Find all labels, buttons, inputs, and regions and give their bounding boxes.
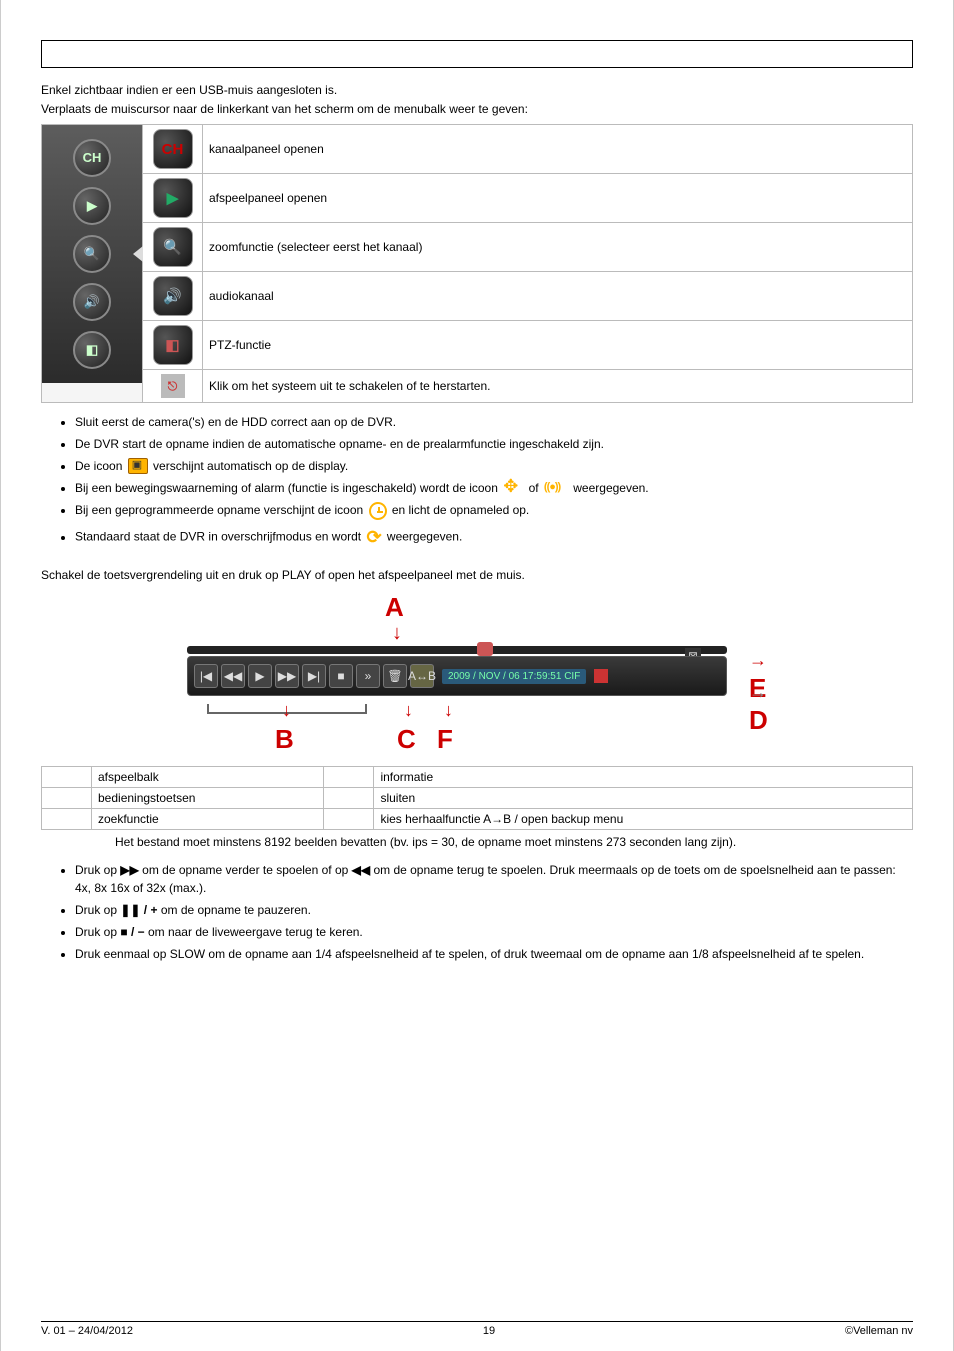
pause-symbol: ❚❚ / + [120,903,157,917]
bullet-item: De icoon verschijnt automatisch op de di… [75,457,913,475]
bullet-item: Standaard staat de DVR in overschrijfmod… [75,524,913,551]
legend-right: kies herhaalfunctie A→B / open backup me… [374,809,913,830]
playback-handle-icon [477,642,493,656]
bullet-item: Sluit eerst de camera('s) en de HDD corr… [75,413,913,431]
sidebar-preview: CH ▶ 🔍 🔊 ◧ [42,125,142,383]
menubar-desc-3: audiokanaal [203,271,913,320]
intro-line1: Enkel zichtbaar indien er een USB-muis a… [41,82,913,99]
playback-intro: Schakel de toetsvergrendeling uit en dru… [41,567,913,584]
ch-icon: CH [153,129,193,169]
figure-label-d: D [749,674,787,736]
sidebar-play-icon: ▶ [73,187,111,225]
bullet-item: Druk eenmaal op SLOW om de opname aan 1/… [75,945,913,963]
expand-arrow-icon [133,246,143,262]
ptz-icon [153,325,193,365]
audio-icon [153,276,193,316]
footer-page: 19 [483,1325,495,1337]
skip-start-icon: |◀ [194,664,218,688]
overwrite-icon [366,524,381,551]
figure-label-f: F [437,724,453,755]
playback-bullets: Druk op ▶▶ om de opname verder te spoele… [41,861,913,963]
recording-bullets: Sluit eerst de camera('s) en de HDD corr… [41,413,913,552]
playback-timestamp: 2009 / NOV / 06 17:59:51 CIF [442,669,586,684]
record-icon [128,458,148,474]
legend-right: informatie [374,767,913,788]
menubar-desc-2: zoomfunctie (selecteer eerst het kanaal) [203,222,913,271]
bullet-item: Bij een geprogrammeerde opname verschijn… [75,501,913,520]
forward-icon: ▶▶ [275,664,299,688]
arrow-down-icon: ↓ [392,622,402,645]
footer-version: V. 01 – 24/04/2012 [41,1325,133,1337]
motion-icon [503,479,523,497]
intro-line2: Verplaats de muiscursor naar de linkerka… [41,101,913,118]
bullet-item: De DVR start de opname indien de automat… [75,435,913,453]
arrow-down-icon: ↓ [282,700,291,721]
menubar-desc-0: kanaalpaneel openen [203,124,913,173]
figure-legend-table: afspeelbalk informatie bedieningstoetsen… [41,766,913,830]
legend-left: afspeelbalk [92,767,324,788]
legend-right: sluiten [374,788,913,809]
shutdown-icon: ⎋ [161,374,185,398]
figure-label-c: C [397,724,416,755]
rewind-symbol: ◀◀ [352,863,370,877]
sidebar-zoom-icon: 🔍 [73,235,111,273]
skip-end-icon: ▶| [302,664,326,688]
playback-buttons: |◀ ◀◀ ▶ ▶▶ ▶| ■ » 🗑 A↔B [188,664,434,688]
menubar-desc-1: afspeelpaneel openen [203,173,913,222]
bullet-item: Druk op ■ / − om naar de liveweergave te… [75,923,913,941]
legend-left: zoekfunctie [92,809,324,830]
note: Het bestand moet minstens 8192 beelden b… [115,834,913,851]
figure-label-a: A [385,592,404,623]
figure-label-b: B [275,724,294,755]
stop-icon: ■ [329,664,353,688]
clock-icon [369,502,387,520]
header-box [41,40,913,68]
play-button-icon: ▶ [248,664,272,688]
motion2-icon [544,479,568,497]
legend-left: bedieningstoetsen [92,788,324,809]
ab-repeat-icon: A↔B [410,664,434,688]
sidebar-ch-icon: CH [73,139,111,177]
page-footer: V. 01 – 24/04/2012 19 ©Velleman nv [41,1321,913,1337]
delete-icon: 🗑 [383,664,407,688]
zoom-icon [153,227,193,267]
footer-copyright: ©Velleman nv [845,1325,913,1337]
sidebar-ptz-icon: ◧ [73,331,111,369]
menubar-desc-5: Klik om het systeem uit te schakelen of … [203,369,913,402]
arrow-down-icon: ↓ [404,700,413,721]
next-icon: » [356,664,380,688]
menubar-table: CH ▶ 🔍 🔊 ◧ CH kanaalpaneel openen afspee… [41,124,913,403]
menubar-desc-4: PTZ-functie [203,320,913,369]
record-indicator-icon [594,669,608,683]
forward-symbol: ▶▶ [120,863,138,877]
bullet-item: Bij een bewegingswaarneming of alarm (fu… [75,479,913,498]
bullet-item: Druk op ❚❚ / + om de opname te pauzeren. [75,901,913,919]
arrow-down-icon: ↓ [444,700,453,721]
bullet-item: Druk op ▶▶ om de opname verder te spoele… [75,861,913,897]
play-icon [153,178,193,218]
sidebar-audio-icon: 🔊 [73,283,111,321]
rewind-icon: ◀◀ [221,664,245,688]
playback-figure: A ↓ ⊠ E |◀ ◀◀ ▶ ▶▶ ▶| ■ » 🗑 A↔B 2009 / N… [167,592,787,762]
playback-track [187,646,727,654]
stop-symbol: ■ / − [120,925,144,939]
